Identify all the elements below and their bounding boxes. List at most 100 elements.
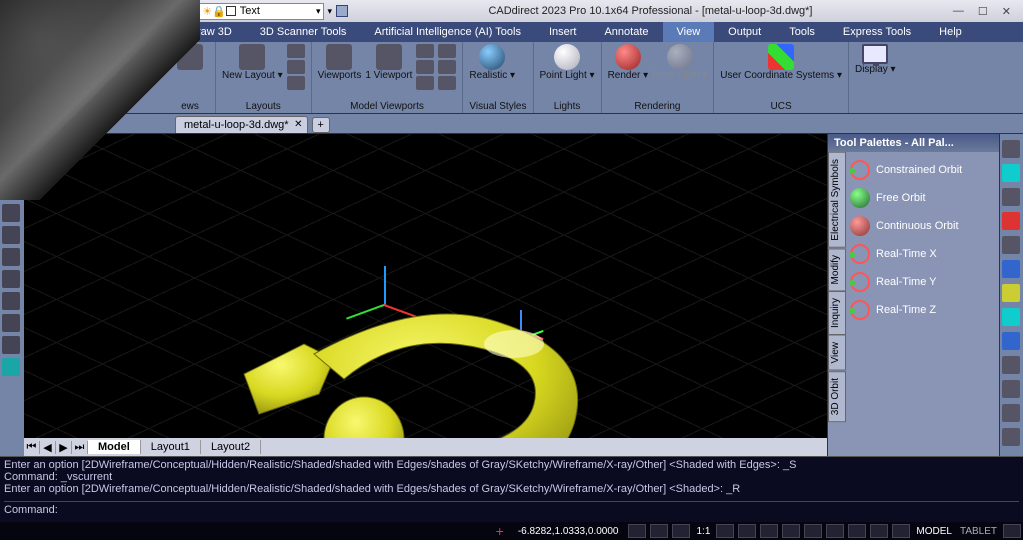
viewports-small2[interactable]	[438, 44, 456, 90]
sb-sc[interactable]	[848, 524, 866, 538]
tool-point[interactable]	[2, 314, 20, 332]
menu-view[interactable]: View	[663, 22, 715, 42]
rt-undo[interactable]	[1002, 236, 1020, 254]
tool-region[interactable]	[2, 336, 20, 354]
menu-help[interactable]: Help	[925, 22, 976, 42]
tool-rect[interactable]	[2, 204, 20, 222]
rt-orbit[interactable]	[1002, 164, 1020, 182]
sidetab-view[interactable]: View	[828, 335, 846, 371]
menu-draw3d[interactable]: Draw 3D	[175, 22, 246, 42]
rt-pan[interactable]	[1002, 188, 1020, 206]
menu-bar: Draw 3D 3D Scanner Tools Artificial Inte…	[0, 22, 1023, 42]
rt-more2[interactable]	[1002, 404, 1020, 422]
menu-output[interactable]: Output	[714, 22, 775, 42]
palette-item-free-orbit[interactable]: Free Orbit	[848, 184, 997, 212]
close-tab-icon[interactable]: ✕	[294, 119, 302, 130]
tool-circle[interactable]	[2, 182, 20, 200]
sb-polar[interactable]	[716, 524, 734, 538]
menu-ai-tools[interactable]: Artificial Intelligence (AI) Tools	[360, 22, 535, 42]
qat-dropdown-icon[interactable]: ▾	[20, 6, 25, 17]
document-tab[interactable]: metal-u-loop-3d.dwg* ✕	[175, 116, 308, 133]
status-tablet[interactable]: TABLET	[956, 526, 1001, 537]
minimize-button[interactable]: —	[953, 5, 964, 18]
ucs-button[interactable]: User Coordinate Systems ▾	[720, 44, 842, 82]
tool-arc[interactable]	[2, 160, 20, 178]
maximize-button[interactable]: ☐	[978, 5, 988, 18]
sb-extra[interactable]	[1003, 524, 1021, 538]
layout-tab-model[interactable]: Model	[88, 440, 141, 454]
sb-ws[interactable]	[892, 524, 910, 538]
rt-select[interactable]	[1002, 140, 1020, 158]
one-viewport-button[interactable]: 1 Viewport	[365, 44, 412, 82]
close-button[interactable]: ✕	[1002, 5, 1011, 18]
qat-icon[interactable]	[29, 5, 41, 17]
rt-measure[interactable]	[1002, 284, 1020, 302]
ews-button[interactable]	[171, 44, 209, 70]
palette-item-constrained-orbit[interactable]: Constrained Orbit	[848, 156, 997, 184]
command-area[interactable]: Enter an option [2DWireframe/Conceptual/…	[0, 456, 1023, 522]
menu-tools[interactable]: Tools	[775, 22, 829, 42]
status-scale[interactable]: 1:1	[692, 526, 714, 537]
rt-props[interactable]	[1002, 356, 1020, 374]
viewports-button[interactable]: Viewports	[318, 44, 362, 82]
rt-delete[interactable]	[1002, 212, 1020, 230]
viewport[interactable]: ⏮ ◀ ▶ ⏭ Model Layout1 Layout2	[24, 134, 827, 456]
sidetab-inquiry[interactable]: Inquiry	[828, 291, 846, 335]
rt-mirror[interactable]	[1002, 260, 1020, 278]
sb-osnap[interactable]	[738, 524, 756, 538]
menu-annotate[interactable]: Annotate	[590, 22, 662, 42]
sb-dyn[interactable]	[804, 524, 822, 538]
sb-qp[interactable]	[826, 524, 844, 538]
status-model[interactable]: MODEL	[912, 526, 956, 537]
sb-otrack[interactable]	[760, 524, 778, 538]
palette-item-rt-z[interactable]: Real-Time Z	[848, 296, 997, 324]
orbit-ring-icon	[850, 244, 870, 264]
realistic-button[interactable]: Realistic ▾	[469, 44, 515, 82]
display-button[interactable]: Display ▾	[855, 44, 896, 76]
layout-last[interactable]: ⏭	[72, 441, 88, 454]
tool-poly[interactable]	[2, 226, 20, 244]
tool-dim[interactable]	[2, 292, 20, 310]
menu-insert[interactable]: Insert	[535, 22, 591, 42]
tool-hatch[interactable]	[2, 248, 20, 266]
layout-first[interactable]: ⏮	[24, 441, 40, 454]
rt-layer[interactable]	[1002, 332, 1020, 350]
sidetab-modify[interactable]: Modify	[828, 248, 846, 291]
tool-line[interactable]	[2, 138, 20, 156]
layout-prev[interactable]: ◀	[40, 441, 56, 454]
menu-express[interactable]: Express Tools	[829, 22, 925, 42]
layer-flyout-icon[interactable]: ▾	[328, 6, 333, 17]
sb-ortho[interactable]	[672, 524, 690, 538]
viewports-small[interactable]	[416, 44, 434, 90]
sb-lwt[interactable]	[782, 524, 800, 538]
rt-more1[interactable]	[1002, 380, 1020, 398]
sidetab-3dorbit[interactable]: 3D Orbit	[828, 371, 846, 422]
new-tab-button[interactable]: +	[312, 117, 330, 133]
point-light-button[interactable]: Point Light ▾	[540, 44, 595, 82]
layout-tab-1[interactable]: Layout1	[141, 440, 201, 454]
palettes-header[interactable]: Tool Palettes - All Pal...	[828, 134, 999, 152]
rt-more3[interactable]	[1002, 428, 1020, 446]
sidetab-electrical[interactable]: Electrical Symbols	[828, 152, 846, 248]
menu-3dscanner[interactable]: 3D Scanner Tools	[246, 22, 361, 42]
cmd-prompt[interactable]: Command:	[4, 501, 1019, 516]
layout-tabs: ⏮ ◀ ▶ ⏭ Model Layout1 Layout2	[24, 438, 827, 456]
palette-item-continuous-orbit[interactable]: Continuous Orbit	[848, 212, 997, 240]
render-button[interactable]: Render ▾	[608, 44, 649, 82]
new-layout-button[interactable]: New Layout ▾	[222, 44, 283, 82]
layer-combo[interactable]: 💡 ☀ 🔒 Text	[184, 3, 324, 20]
window-controls: — ☐ ✕	[953, 5, 1019, 18]
sb-grid[interactable]	[650, 524, 668, 538]
sb-snap[interactable]	[628, 524, 646, 538]
tool-refresh[interactable]	[2, 358, 20, 376]
layouts-small[interactable]	[287, 44, 305, 90]
palette-item-rt-x[interactable]: Real-Time X	[848, 240, 997, 268]
workspace-combo[interactable]: Drafting and Annotation	[45, 3, 180, 20]
toolbar-icon[interactable]	[336, 5, 348, 17]
layout-next[interactable]: ▶	[56, 441, 72, 454]
rt-hatch[interactable]	[1002, 308, 1020, 326]
palette-item-rt-y[interactable]: Real-Time Y	[848, 268, 997, 296]
sb-ann[interactable]	[870, 524, 888, 538]
layout-tab-2[interactable]: Layout2	[201, 440, 261, 454]
tool-text[interactable]	[2, 270, 20, 288]
